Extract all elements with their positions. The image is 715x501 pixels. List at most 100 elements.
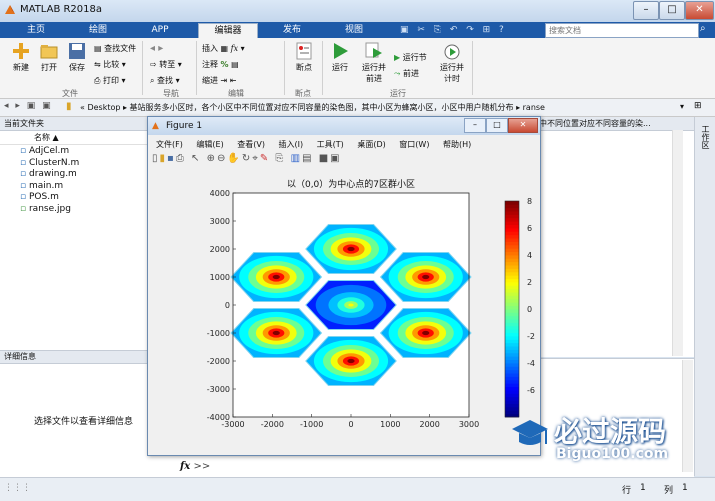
nav-buttons-icon[interactable]: ◂ ▸ ▣ ▣ bbox=[4, 101, 53, 111]
colorbar-segment bbox=[505, 255, 519, 259]
tab-publish[interactable]: 发布 bbox=[270, 23, 314, 38]
list-item[interactable]: ▫ main.m bbox=[20, 181, 148, 193]
dock-icon[interactable]: ▣ bbox=[330, 153, 341, 164]
nav-arrows-icon[interactable]: ◂ ▸ bbox=[150, 43, 163, 54]
tab-view[interactable]: 视图 bbox=[332, 23, 376, 38]
new-button[interactable]: 新建 bbox=[8, 42, 34, 73]
run-advance-button[interactable]: 运行并 前进 bbox=[358, 42, 390, 84]
colorbar-segment bbox=[505, 352, 519, 357]
pan-icon[interactable]: ✋ bbox=[227, 153, 241, 164]
group-run-label: 运行 bbox=[390, 89, 406, 98]
column-name-label: 名称 ▲ bbox=[34, 133, 59, 142]
watermark-url: Biguo100.com bbox=[556, 446, 669, 462]
link-icon[interactable]: ⎘ bbox=[275, 153, 285, 164]
indent-button[interactable]: 缩进 ⇥ ⇤ bbox=[202, 75, 237, 86]
menu-file[interactable]: 文件(F) bbox=[156, 140, 183, 149]
tab-editor[interactable]: 编辑器 bbox=[198, 23, 258, 39]
address-expand-icon[interactable]: ⊞ bbox=[694, 101, 702, 111]
open-button[interactable]: 打开 bbox=[36, 42, 62, 73]
colorbar-segment bbox=[505, 393, 519, 398]
menu-help[interactable]: 帮助(H) bbox=[443, 140, 471, 149]
close-button[interactable]: ✕ bbox=[685, 1, 714, 20]
quick-access-icons[interactable]: ▣ ✂ ⎘ ↶ ↷ ⊞ ? bbox=[400, 25, 507, 35]
menu-insert[interactable]: 插入(I) bbox=[279, 140, 304, 149]
insert-label: 插入 bbox=[202, 44, 218, 53]
zoom-in-icon[interactable]: ⊕ bbox=[207, 153, 217, 164]
zoom-out-icon[interactable]: ⊖ bbox=[217, 153, 227, 164]
list-item[interactable]: ▫ drawing.m bbox=[20, 169, 148, 181]
prompt-symbol: >> bbox=[193, 461, 211, 472]
plot-svg[interactable]: -3000 -2000 -1000 0 1000 2000 3000-4000-3000-2… bbox=[149, 171, 539, 454]
run-section-button[interactable]: ▶ 运行节 bbox=[394, 52, 427, 63]
compare-button[interactable]: ⇋ 比较 ▾ bbox=[94, 59, 126, 70]
insert-button[interactable]: 插入 ▦ fx ▾ bbox=[202, 43, 245, 54]
tab-home[interactable]: 主页 bbox=[14, 23, 58, 38]
address-dropdown-icon[interactable]: ▾ bbox=[680, 102, 684, 111]
run-button[interactable]: 运行 bbox=[326, 42, 354, 73]
new-figure-icon[interactable]: ▯ bbox=[152, 153, 160, 164]
menu-view[interactable]: 查看(V) bbox=[237, 140, 265, 149]
editor-scrollbar[interactable] bbox=[672, 130, 683, 356]
save-icon[interactable]: ▪ bbox=[167, 153, 176, 164]
find-files-button[interactable]: ▤ 查找文件 bbox=[94, 43, 136, 54]
ribbon-tab-strip: 主页 绘图 APP 编辑器 发布 视图 ▣ ✂ ⎘ ↶ ↷ ⊞ ? 搜索文档 ⌕ bbox=[0, 22, 715, 39]
rotate-icon[interactable]: ↻ bbox=[242, 153, 252, 164]
menu-desktop[interactable]: 桌面(D) bbox=[357, 140, 385, 149]
menu-edit[interactable]: 编辑(E) bbox=[196, 140, 223, 149]
capacity-contour bbox=[422, 330, 430, 336]
colorbar-tick-label: 6 bbox=[527, 224, 532, 233]
figure-minimize-button[interactable]: – bbox=[464, 118, 486, 133]
print-button[interactable]: ⎙ 打印 ▾ bbox=[94, 75, 126, 86]
command-prompt[interactable]: fx >> bbox=[180, 461, 210, 472]
details-empty-text: 选择文件以查看详细信息 bbox=[34, 417, 134, 427]
list-item[interactable]: ▫ AdjCel.m bbox=[20, 146, 148, 158]
status-bar: ⋮⋮⋮ 行 1 列 1 bbox=[0, 477, 715, 501]
tab-plots[interactable]: 绘图 bbox=[76, 23, 120, 38]
pointer-icon[interactable]: ↖ bbox=[191, 153, 201, 164]
workspace-side-tab[interactable]: 工作区 bbox=[694, 117, 715, 476]
colorbar-segment bbox=[505, 390, 519, 394]
find-button[interactable]: ⌕ 查找 ▾ bbox=[150, 75, 180, 86]
brush-icon[interactable]: ✎ bbox=[260, 153, 270, 164]
colorbar-segment bbox=[505, 275, 519, 280]
figure-close-button[interactable]: ✕ bbox=[508, 118, 538, 133]
figure-title-bar[interactable]: ▲ Figure 1 – □ ✕ bbox=[148, 117, 540, 135]
search-input[interactable]: 搜索文档 bbox=[545, 23, 699, 38]
menu-tools[interactable]: 工具(T) bbox=[317, 140, 344, 149]
colorbar-segment bbox=[505, 282, 519, 286]
editor-tab[interactable]: 中不同位置对应不同容量的染... bbox=[537, 117, 695, 131]
legend-icon[interactable]: ▤ bbox=[302, 153, 313, 164]
colorbar-toggle-icon[interactable]: ▥ bbox=[291, 153, 302, 164]
breakpoints-button[interactable]: 断点 bbox=[290, 42, 318, 73]
m-file-icon: ▫ bbox=[20, 157, 27, 168]
run-and-time-button[interactable]: 运行并 计时 bbox=[436, 42, 468, 84]
figure-maximize-button[interactable]: □ bbox=[486, 118, 508, 133]
plot-area[interactable]: -3000 -2000 -1000 0 1000 2000 3000 -4000 -3000 -2… bbox=[149, 171, 539, 454]
data-cursor-icon[interactable]: ⌖ bbox=[252, 153, 260, 164]
search-icon[interactable]: ⌕ bbox=[700, 23, 706, 34]
colorbar-tick-label: -6 bbox=[527, 386, 535, 395]
list-item[interactable]: ▫ ClusterN.m bbox=[20, 158, 148, 170]
list-item[interactable]: ▫ POS.m bbox=[20, 192, 148, 204]
colorbar-segment bbox=[505, 349, 519, 354]
watermark-title: 必过源码 bbox=[554, 415, 667, 448]
address-path[interactable]: « Desktop ▸ 基站服务多小区时，各个小区中不同位置对应不同容量的染色图… bbox=[80, 102, 545, 113]
advance-button[interactable]: ⤳ 前进 bbox=[394, 68, 419, 79]
menu-window[interactable]: 窗口(W) bbox=[399, 140, 429, 149]
goto-button[interactable]: ⇨ 转至 ▾ bbox=[150, 59, 182, 70]
comment-button[interactable]: 注释 % ▤ bbox=[202, 59, 239, 70]
colorbar-segment bbox=[505, 268, 519, 273]
list-item[interactable]: ▫ ranse.jpg bbox=[20, 204, 148, 216]
colorbar-segment bbox=[505, 288, 519, 293]
open-icon[interactable]: ▮ bbox=[160, 153, 168, 164]
hide-tools-icon[interactable]: ■ bbox=[319, 153, 330, 164]
save-button[interactable]: 保存 bbox=[64, 42, 90, 73]
capacity-contour bbox=[347, 358, 355, 364]
colorbar-segment bbox=[505, 295, 519, 300]
tab-apps[interactable]: APP bbox=[138, 23, 182, 38]
column-header[interactable]: 名称 ▲ bbox=[0, 131, 148, 145]
minimize-button[interactable]: – bbox=[633, 1, 659, 20]
maximize-button[interactable]: □ bbox=[659, 1, 685, 20]
print-icon[interactable]: ⎙ bbox=[176, 153, 186, 164]
colorbar-tick-label: -2 bbox=[527, 332, 535, 341]
